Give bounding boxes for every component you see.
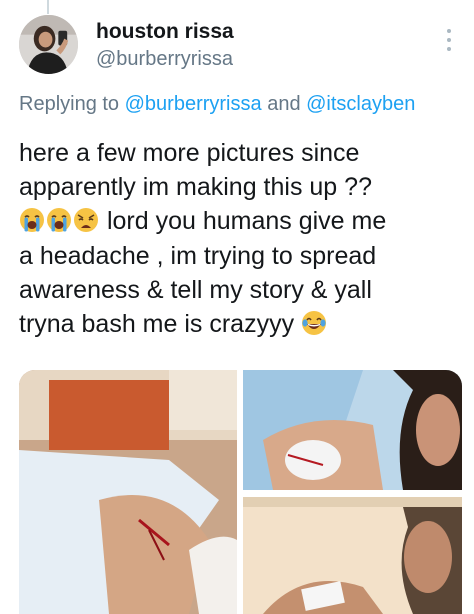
tweet-body: here a few more pictures since apparentl…	[19, 136, 474, 341]
tweet-line-text: lord you humans give me	[100, 207, 387, 236]
photo-arm-dressing-icon	[243, 497, 462, 614]
replying-to-line: Replying to @burberryrissa and @itsclayb…	[19, 92, 415, 116]
tweet-line: a headache , im trying to spread	[19, 241, 377, 270]
mention-link[interactable]: @itsclayben	[306, 93, 415, 115]
author-display-name[interactable]: houston rissa	[96, 20, 234, 44]
more-vertical-icon-dot	[447, 38, 451, 42]
loudly-crying-face-icon	[19, 207, 45, 233]
mention-link[interactable]: @burberryrissa	[125, 93, 262, 115]
avatar-photo-icon	[19, 15, 78, 74]
media-photo-3[interactable]	[243, 497, 462, 614]
tweet-line-text: tryna bash me is crazyyy	[19, 310, 302, 339]
author-info: houston rissa @burberryrissa	[96, 20, 234, 72]
media-grid	[19, 370, 462, 614]
photo-wound-arm-icon	[19, 370, 237, 614]
face-with-tears-of-joy-icon	[301, 310, 327, 336]
photo-shoulder-bandage-icon	[243, 370, 462, 490]
weary-face-icon	[73, 207, 99, 233]
tweet-line: tryna bash me is crazyyy	[19, 307, 474, 341]
media-photo-2[interactable]	[243, 370, 462, 490]
tweet-line: lord you humans give me	[19, 204, 474, 238]
tweet-line: apparently im making this up ??	[19, 173, 372, 202]
author-handle[interactable]: @burberryrissa	[96, 46, 234, 72]
tweet-line: awareness & tell my story & yall	[19, 275, 372, 304]
more-vertical-icon-dot	[447, 47, 451, 51]
replying-to-prefix: Replying to	[19, 93, 125, 115]
more-options-button[interactable]	[440, 27, 458, 53]
thread-connector-line	[47, 0, 49, 14]
media-photo-1[interactable]	[19, 370, 237, 614]
more-vertical-icon-dot	[447, 29, 451, 33]
loudly-crying-face-icon	[46, 207, 72, 233]
tweet-line: here a few more pictures since	[19, 139, 360, 167]
replying-to-conjunction: and	[261, 93, 307, 115]
author-avatar[interactable]	[19, 15, 78, 74]
